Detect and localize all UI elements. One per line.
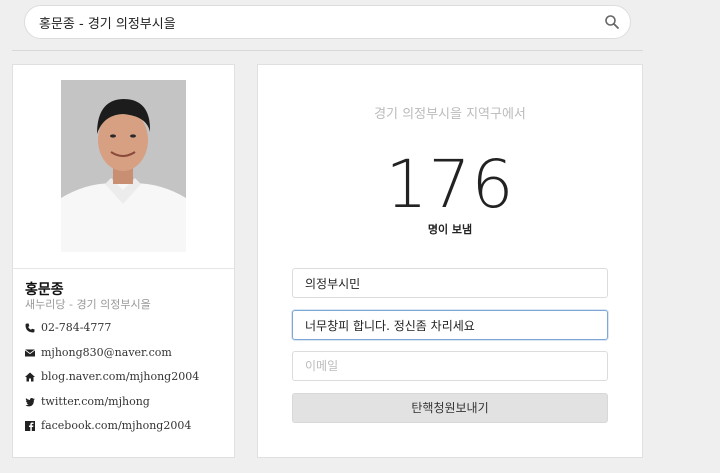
header-divider (12, 50, 643, 51)
sender-name-input[interactable] (292, 268, 608, 298)
contact-facebook[interactable]: facebook.com/mjhong2004 (25, 419, 191, 432)
contact-email-text: mjhong830@naver.com (41, 346, 172, 359)
search-bar (24, 5, 631, 39)
search-input[interactable] (39, 6, 599, 38)
contact-blog-text: blog.naver.com/mjhong2004 (41, 370, 200, 383)
twitter-icon (25, 397, 35, 406)
facebook-icon (25, 420, 35, 431)
email-input[interactable] (292, 351, 608, 381)
search-icon[interactable] (604, 14, 620, 30)
contact-facebook-text: facebook.com/mjhong2004 (41, 419, 192, 432)
phone-icon (25, 323, 35, 332)
message-input[interactable] (292, 310, 608, 340)
contact-phone-text: 02-784-4777 (41, 321, 112, 334)
submit-petition-button[interactable]: 탄핵청원보내기 (292, 393, 608, 423)
home-icon (25, 372, 35, 381)
profile-card: 홍문종 새누리당 - 경기 의정부시을 02-784-4777 mjhong83… (12, 64, 235, 458)
contact-email[interactable]: mjhong830@naver.com (25, 346, 172, 359)
contact-twitter[interactable]: twitter.com/mjhong (25, 395, 150, 408)
petition-count: 176 (385, 146, 515, 223)
member-party-district: 새누리당 - 경기 의정부시을 (25, 298, 151, 311)
petition-form-card: 경기 의정부시을 지역구에서 176 명이 보냄 탄핵청원보내기 (257, 64, 643, 458)
contact-twitter-text: twitter.com/mjhong (41, 395, 150, 408)
profile-divider (13, 268, 234, 269)
contact-blog[interactable]: blog.naver.com/mjhong2004 (25, 370, 199, 383)
profile-photo (61, 80, 186, 252)
envelope-icon (25, 348, 35, 356)
region-text: 경기 의정부시을 지역구에서 (374, 107, 526, 122)
contact-phone: 02-784-4777 (25, 321, 111, 334)
petition-count-label: 명이 보냄 (427, 223, 473, 236)
